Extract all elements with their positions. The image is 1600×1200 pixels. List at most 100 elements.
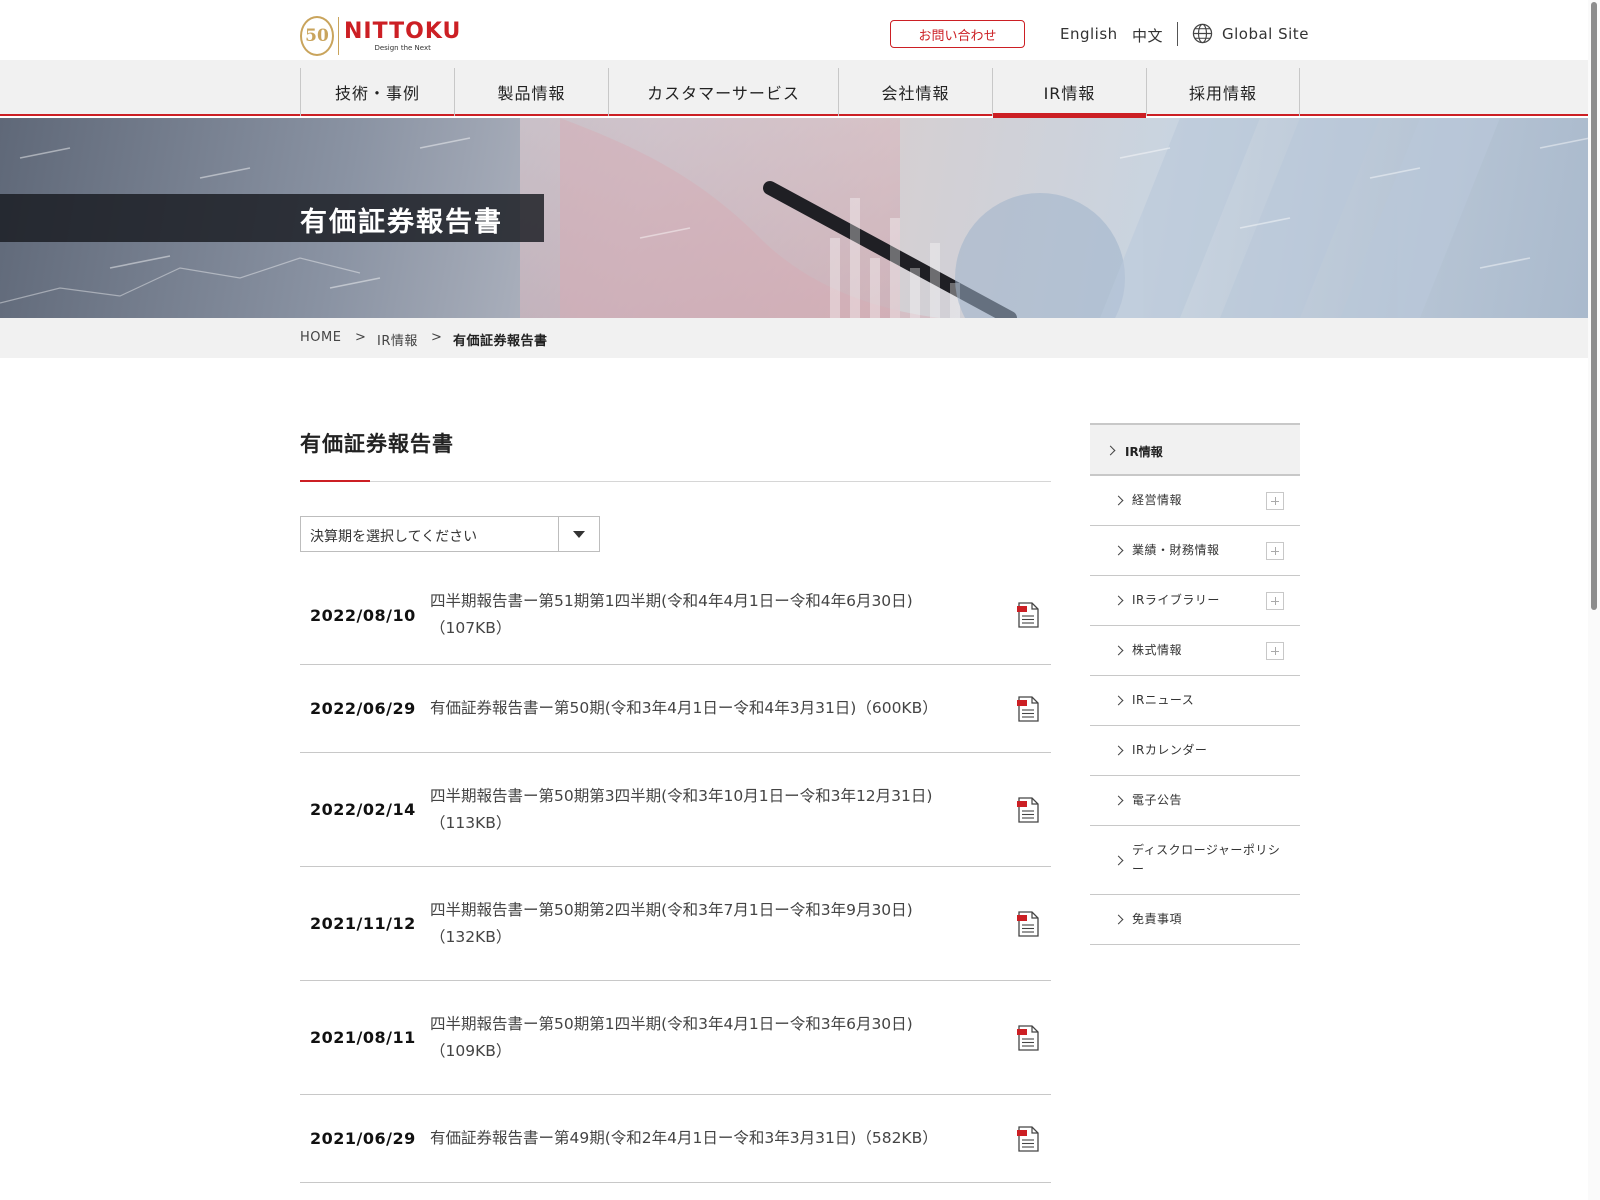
- chevron-right-icon: [1113, 495, 1124, 506]
- title-divider: [300, 481, 1051, 482]
- sidebar-item[interactable]: IRニュース: [1090, 676, 1300, 726]
- sidebar-item[interactable]: 経営情報: [1090, 476, 1300, 526]
- logo-name: NITTOKU: [344, 18, 462, 44]
- lang-english-link[interactable]: English: [1060, 25, 1118, 43]
- document-date: 2021/08/11: [310, 1028, 416, 1047]
- document-size: （107KB）: [430, 619, 512, 637]
- breadcrumb: HOME > IR情報 > 有価証券報告書: [0, 318, 1600, 358]
- sidebar-item-label: 株式情報: [1132, 643, 1183, 657]
- sidebar-item[interactable]: 業績・財務情報: [1090, 526, 1300, 576]
- document-row: 2021/08/11 四半期報告書ー第50期第1四半期(令和3年4月1日ー令和3年…: [300, 981, 1051, 1095]
- chevron-right-icon: [1113, 795, 1124, 806]
- hero-title: 有価証券報告書: [300, 207, 503, 238]
- chevron-right-icon: [1113, 645, 1124, 656]
- logo-wordmark: NITTOKU Design the Next: [344, 18, 462, 52]
- nav-item[interactable]: 製品情報: [454, 68, 608, 116]
- main-nav: 技術・事例 製品情報 カスタマーサービス 会社情報 IR情報 採用情報: [0, 60, 1600, 118]
- document-row: 2022/08/10 四半期報告書ー第51期第1四半期(令和4年4月1日ー令和4年…: [300, 566, 1051, 665]
- pdf-icon[interactable]: [1017, 602, 1039, 628]
- chevron-right-icon: [1113, 545, 1124, 556]
- pdf-icon[interactable]: [1017, 695, 1039, 722]
- document-link[interactable]: 四半期報告書ー第51期第1四半期(令和4年4月1日ー令和4年6月30日) （107…: [430, 588, 970, 642]
- lang-chinese-link[interactable]: 中文: [1132, 25, 1163, 46]
- sidebar: IR情報 経営情報業績・財務情報 IRライブラリー 株式情報 IRニュース IRカレンダ…: [1090, 423, 1300, 945]
- document-title: 四半期報告書ー第50期第3四半期(令和3年10月1日ー令和3年12月31日): [430, 786, 933, 805]
- chevron-right-icon: [1105, 445, 1116, 456]
- anniversary-badge: 50: [300, 16, 334, 56]
- breadcrumb-home[interactable]: HOME: [300, 330, 341, 345]
- chevron-right-icon: [1113, 914, 1124, 925]
- sidebar-item-label: 電子公告: [1132, 793, 1183, 807]
- fiscal-period-select[interactable]: 決算期を選択してください: [300, 516, 600, 552]
- document-title: 四半期報告書ー第50期第2四半期(令和3年7月1日ー令和3年9月30日): [430, 900, 913, 919]
- logo-tagline: Design the Next: [374, 43, 431, 52]
- document-link[interactable]: 四半期報告書ー第50期第3四半期(令和3年10月1日ー令和3年12月31日) （1…: [430, 783, 970, 837]
- lang-divider: [1177, 22, 1178, 46]
- document-link[interactable]: 四半期報告書ー第50期第2四半期(令和3年7月1日ー令和3年9月30日) （132…: [430, 897, 970, 951]
- title-accent-line: [300, 480, 370, 482]
- sidebar-item[interactable]: 電子公告: [1090, 776, 1300, 826]
- chevron-right-icon: [1113, 595, 1124, 606]
- pdf-icon[interactable]: [1017, 910, 1039, 937]
- document-size: （113KB）: [430, 813, 512, 832]
- document-size: （109KB）: [430, 1041, 512, 1060]
- sidebar-item-label: 免責事項: [1132, 912, 1183, 926]
- nav-item[interactable]: IR情報: [992, 68, 1146, 118]
- document-title: 有価証券報告書ー第50期(令和3年4月1日ー令和4年3月31日)（600KB）: [430, 699, 938, 717]
- sidebar-item-label: IRカレンダー: [1132, 743, 1208, 757]
- logo-divider: [338, 17, 339, 55]
- contact-button[interactable]: お問い合わせ: [890, 20, 1025, 48]
- document-row: 2022/02/14 四半期報告書ー第50期第3四半期(令和3年10月1日ー令和3…: [300, 753, 1051, 867]
- breadcrumb-current: 有価証券報告書: [453, 334, 548, 349]
- sidebar-head-ir[interactable]: IR情報: [1090, 423, 1300, 476]
- sidebar-item[interactable]: IRライブラリー: [1090, 576, 1300, 626]
- nav-item[interactable]: カスタマーサービス: [608, 68, 838, 116]
- select-placeholder: 決算期を選択してください: [310, 529, 478, 545]
- sidebar-item-label: ディスクロージャーポリシー: [1132, 843, 1281, 876]
- expand-plus-icon[interactable]: [1266, 642, 1284, 660]
- sidebar-head-label: IR情報: [1125, 445, 1163, 459]
- sidebar-item[interactable]: ディスクロージャーポリシー: [1090, 826, 1300, 895]
- sidebar-item[interactable]: IRカレンダー: [1090, 726, 1300, 776]
- global-site-link[interactable]: Global Site: [1222, 25, 1309, 43]
- chevron-right-icon: [1113, 695, 1124, 706]
- page-scrollbar[interactable]: [1588, 0, 1600, 1200]
- pdf-icon[interactable]: [1017, 1024, 1039, 1051]
- expand-plus-icon[interactable]: [1266, 492, 1284, 510]
- dropdown-arrow-icon[interactable]: [558, 517, 599, 551]
- document-date: 2022/02/14: [310, 800, 416, 819]
- document-row: 2021/11/12 四半期報告書ー第50期第2四半期(令和3年7月1日ー令和3年…: [300, 867, 1051, 981]
- sidebar-item-label: 経営情報: [1132, 493, 1183, 507]
- document-title: 四半期報告書ー第51期第1四半期(令和4年4月1日ー令和4年6月30日): [430, 592, 913, 610]
- header: 50 NITTOKU Design the Next お問い合わせ Englis…: [0, 0, 1600, 60]
- site-logo[interactable]: 50 NITTOKU Design the Next: [300, 15, 461, 57]
- hero-banner: 有価証券報告書: [0, 118, 1600, 318]
- document-row: 2021/06/29 有価証券報告書ー第49期(令和2年4月1日ー令和3年3月31…: [300, 1095, 1051, 1183]
- document-row: 2022/06/29 有価証券報告書ー第50期(令和3年4月1日ー令和4年3月31…: [300, 665, 1051, 753]
- chevron-right-icon: [1113, 745, 1124, 756]
- pdf-icon[interactable]: [1017, 796, 1039, 823]
- nav-item[interactable]: 技術・事例: [300, 68, 454, 116]
- sidebar-item[interactable]: 免責事項: [1090, 895, 1300, 945]
- breadcrumb-ir[interactable]: IR情報: [377, 330, 418, 349]
- scrollbar-thumb[interactable]: [1591, 2, 1597, 610]
- globe-icon[interactable]: [1192, 23, 1213, 44]
- sidebar-item-label: IRライブラリー: [1132, 593, 1220, 607]
- document-link[interactable]: 四半期報告書ー第50期第1四半期(令和3年4月1日ー令和3年6月30日) （109…: [430, 1011, 970, 1065]
- sidebar-item-label: IRニュース: [1132, 693, 1195, 707]
- document-link[interactable]: 有価証券報告書ー第50期(令和3年4月1日ー令和4年3月31日)（600KB）: [430, 695, 970, 722]
- sidebar-item[interactable]: 株式情報: [1090, 626, 1300, 676]
- document-date: 2022/06/29: [310, 699, 416, 718]
- nav-item[interactable]: 採用情報: [1146, 68, 1300, 116]
- sidebar-item-label: 業績・財務情報: [1132, 543, 1220, 557]
- document-list: 2022/08/10 四半期報告書ー第51期第1四半期(令和4年4月1日ー令和4年…: [300, 566, 1051, 1183]
- document-title: 四半期報告書ー第50期第1四半期(令和3年4月1日ー令和3年6月30日): [430, 1014, 913, 1033]
- pdf-icon[interactable]: [1017, 1125, 1039, 1152]
- expand-plus-icon[interactable]: [1266, 592, 1284, 610]
- chevron-right-icon: [1113, 855, 1124, 865]
- nav-item[interactable]: 会社情報: [838, 68, 992, 116]
- breadcrumb-separator: >: [355, 330, 367, 345]
- expand-plus-icon[interactable]: [1266, 542, 1284, 560]
- document-date: 2021/06/29: [310, 1129, 416, 1148]
- document-link[interactable]: 有価証券報告書ー第49期(令和2年4月1日ー令和3年3月31日)（582KB）: [430, 1125, 970, 1152]
